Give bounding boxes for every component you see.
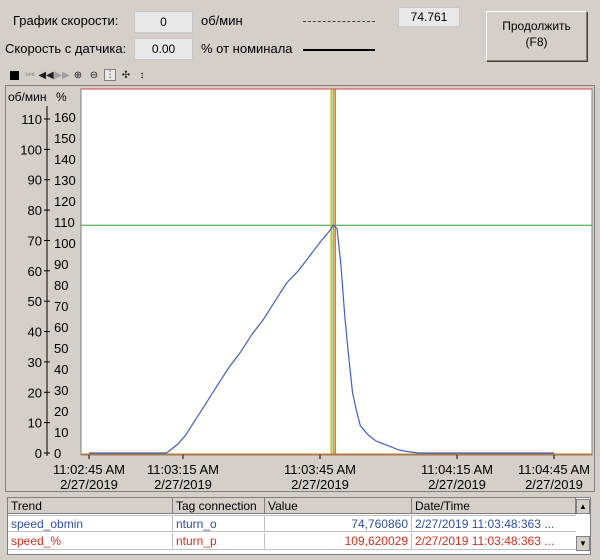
left-axis-tick-label: 50 (28, 294, 42, 309)
scroll-down-button[interactable]: ▼ (576, 536, 590, 551)
cell-datetime: 2/27/2019 11:03:48:363 ... (415, 517, 555, 531)
sensor-speed-value-field: 0.00 (134, 38, 193, 60)
x-axis-tick-time: 11:03:15 AM (147, 462, 219, 477)
left-axis-tick-label: 90 (28, 173, 42, 188)
right-axis-tick-label: 100 (54, 236, 76, 251)
stop-icon[interactable] (8, 69, 20, 81)
cell-trend: speed_obmin (8, 516, 173, 532)
rewind-icon[interactable]: ◀◀ (38, 69, 53, 81)
left-axis-tick-label: 110 (21, 112, 42, 127)
trend-chart[interactable]: об/мин % 0 10 20 30 40 50 60 70 80 90 100 110 0 10 20 3… (5, 85, 595, 492)
table-row[interactable]: speed_% nturn_p 109,620029 2/27/2019 11:… (8, 533, 576, 550)
cell-tag: nturn_p (173, 533, 265, 549)
col-header-trend[interactable]: Trend (8, 498, 173, 514)
right-axis-tick-label: 70 (54, 299, 68, 314)
right-axis-tick-label: 80 (54, 278, 68, 293)
zoom-in-icon[interactable]: ⊕ (72, 69, 84, 81)
col-header-tag[interactable]: Tag connection (173, 498, 265, 514)
x-axis-tick-time: 11:02:45 AM (53, 462, 125, 477)
x-axis-tick-date: 2/27/2019 (525, 477, 583, 491)
left-axis-tick-label: 30 (28, 355, 42, 370)
plot-area (80, 88, 593, 456)
trend-table: Trend Tag connection Value Date/Time ▲ s… (7, 497, 591, 555)
readout-value-field: 74.761 (398, 7, 460, 27)
left-axis-unit: об/мин (8, 90, 46, 104)
right-axis-tick-label: 20 (54, 404, 68, 419)
right-axis-tick-label: 50 (54, 341, 68, 356)
right-axis-tick-label: 90 (54, 257, 68, 272)
x-axis-tick-date: 2/27/2019 (428, 477, 486, 491)
sensor-speed-legend-solid (303, 49, 375, 51)
x-axis-tick-time: 11:04:45 AM (518, 462, 590, 477)
right-axis-tick-label: 0 (54, 446, 61, 461)
continue-button[interactable]: Продолжить (F8) (486, 11, 587, 61)
scroll-up-button[interactable]: ▲ (576, 499, 590, 514)
left-axis-tick-label: 60 (28, 264, 42, 279)
sensor-speed-unit: % от номинала (201, 41, 293, 56)
right-axis-tick-label: 110 (54, 215, 75, 230)
left-axis-tick-label: 10 (28, 416, 42, 431)
cell-value: 74,760860 (265, 516, 412, 532)
sensor-speed-label: Скорость с датчика: (5, 41, 127, 56)
right-axis-tick-label: 40 (54, 362, 68, 377)
left-axis-tick-label: 20 (28, 385, 42, 400)
toolbar: ⏮ ◀◀ ▶▶ ⊕ ⊖ ⫶ ✣ ↕ (8, 68, 178, 82)
left-axis-tick-label: 40 (28, 325, 42, 340)
x-axis-tick-date: 2/27/2019 (60, 477, 118, 491)
forward-icon[interactable]: ▶▶ (54, 69, 69, 81)
col-header-datetime[interactable]: Date/Time (412, 498, 576, 514)
speed-graph-value-field: 0 (134, 11, 193, 33)
ruler-icon[interactable]: ⫶ (104, 69, 116, 81)
left-axis-tick-label: 100 (20, 142, 42, 157)
speed-graph-unit: об/мин (201, 13, 243, 28)
cell-datetime: 2/27/2019 11:03:48:363 ... (415, 534, 555, 548)
speed-graph-label: График скорости: (13, 13, 119, 28)
right-axis-tick-label: 150 (54, 131, 76, 146)
x-axis-tick-date: 2/27/2019 (154, 477, 212, 491)
cell-trend: speed_% (8, 533, 173, 549)
table-row[interactable]: speed_obmin nturn_o 74,760860 2/27/2019 … (8, 515, 576, 532)
left-axis-tick-label: 70 (28, 233, 42, 248)
x-axis-tick-date: 2/27/2019 (291, 477, 349, 491)
x-axis-tick-time: 11:04:15 AM (421, 462, 493, 477)
right-axis-unit: % (56, 90, 67, 104)
x-axis-tick-time: 11:03:45 AM (284, 462, 356, 477)
cell-tag: nturn_o (173, 516, 265, 532)
col-header-value[interactable]: Value (265, 498, 412, 514)
trend-chart-svg[interactable]: об/мин % 0 10 20 30 40 50 60 70 80 90 100 110 0 10 20 3… (6, 86, 594, 491)
move-icon[interactable]: ✣ (120, 69, 132, 81)
right-axis-tick-label: 10 (54, 425, 68, 440)
left-axis-tick-label: 80 (28, 203, 42, 218)
cell-value: 109,620029 (265, 533, 412, 549)
first-icon[interactable]: ⏮ (24, 69, 36, 81)
right-axis-tick-label: 120 (54, 194, 76, 209)
right-axis-tick-label: 60 (54, 320, 68, 335)
right-axis-tick-label: 140 (54, 152, 76, 167)
right-axis-tick-label: 30 (54, 383, 68, 398)
zoom-out-icon[interactable]: ⊖ (88, 69, 100, 81)
right-axis-tick-label: 160 (54, 110, 76, 125)
right-axis-tick-label: 130 (54, 173, 76, 188)
scroll-icon[interactable]: ↕ (136, 69, 148, 81)
speed-graph-legend-dashed (303, 21, 375, 22)
left-axis-tick-label: 0 (35, 446, 42, 461)
